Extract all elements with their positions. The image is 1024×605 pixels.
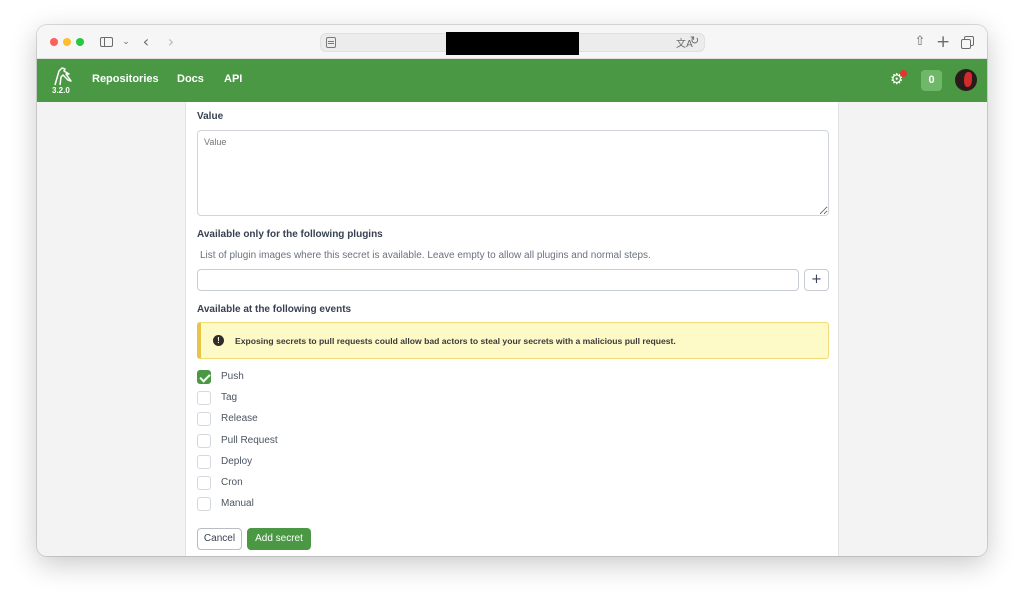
reload-icon[interactable]: ↻ <box>690 34 699 47</box>
sidebar-icon[interactable] <box>99 33 115 51</box>
notification-dot <box>900 70 907 77</box>
tabs-icon[interactable] <box>960 33 976 51</box>
close-window-button[interactable] <box>50 38 58 46</box>
plus-icon[interactable]: + <box>936 33 950 51</box>
warning-exclamation-icon: ! <box>213 335 224 346</box>
pull-request-warning: ! Exposing secrets to pull requests coul… <box>197 322 829 359</box>
event-checkbox[interactable] <box>197 391 211 406</box>
plugins-help-text: List of plugin images where this secret … <box>200 250 651 261</box>
add-plugin-button[interactable]: + <box>804 269 829 291</box>
event-checkbox[interactable] <box>197 412 211 427</box>
plugins-label: Available only for the following plugins <box>197 229 383 240</box>
warning-text: Exposing secrets to pull requests could … <box>235 336 676 346</box>
back-icon[interactable]: ‹ <box>140 33 152 51</box>
event-label: Tag <box>221 392 238 404</box>
plugin-image-input[interactable] <box>197 269 799 291</box>
address-bar[interactable]: 文A ↻ <box>320 32 705 55</box>
event-label: Pull Request <box>221 434 278 446</box>
app-navbar: 3.2.0 Repositories Docs API ⚙ 0 <box>37 59 987 102</box>
value-textarea[interactable] <box>197 130 829 216</box>
event-label: Cron <box>221 477 243 488</box>
cancel-button[interactable]: Cancel <box>197 528 242 550</box>
event-label: Release <box>221 413 258 425</box>
event-checkbox[interactable] <box>197 454 211 469</box>
app-version: 3.2.0 <box>52 86 70 95</box>
pipeline-count-badge[interactable]: 0 <box>921 70 942 91</box>
reader-icon[interactable] <box>326 37 336 48</box>
value-label: Value <box>197 111 224 122</box>
share-icon[interactable]: ⇧ <box>913 33 927 51</box>
events-label: Available at the following events <box>197 304 352 315</box>
event-label: Push <box>221 371 244 382</box>
secret-form-panel: Value Available only for the following p… <box>185 102 839 556</box>
browser-toolbar: ⌄ ‹ › 文A ↻ ⇧ + <box>37 25 987 59</box>
nav-repositories-link[interactable]: Repositories <box>92 73 159 85</box>
add-secret-button[interactable]: Add secret <box>247 528 311 550</box>
event-checkbox[interactable] <box>197 370 211 384</box>
event-checkbox[interactable] <box>197 476 211 490</box>
zoom-window-button[interactable] <box>76 38 84 46</box>
user-avatar[interactable] <box>955 69 977 91</box>
nav-docs-link[interactable]: Docs <box>177 73 204 85</box>
event-label: Deploy <box>221 455 253 467</box>
redacted-url <box>446 32 579 55</box>
event-checkbox[interactable] <box>197 497 211 512</box>
minimize-window-button[interactable] <box>63 38 71 46</box>
nav-api-link[interactable]: API <box>224 73 242 85</box>
event-checkbox[interactable] <box>197 433 211 448</box>
forward-icon[interactable]: › <box>165 33 177 51</box>
event-label: Manual <box>221 498 254 510</box>
browser-window: ⌄ ‹ › 文A ↻ ⇧ + 3.2.0 Repositories Docs A… <box>37 25 987 556</box>
chevron-down-icon[interactable]: ⌄ <box>121 33 131 51</box>
page-content: Value Available only for the following p… <box>37 102 987 556</box>
